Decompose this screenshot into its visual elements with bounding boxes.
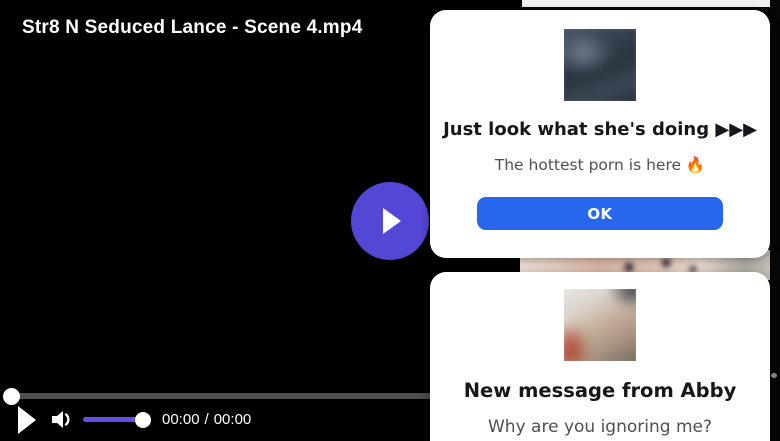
thumbnail-image [564,29,636,101]
popup-ad-headline: Just look what she's doing ▶▶▶ [443,119,757,140]
volume-slider[interactable] [83,417,141,422]
video-title: Str8 N Seduced Lance - Scene 4.mp4 [22,17,363,38]
background-card-edge [522,0,770,7]
background-dot [771,373,777,378]
play-button[interactable] [18,406,36,434]
ok-button[interactable]: OK [477,197,723,230]
popup-ad-subtext: The hottest porn is here 🔥 [494,156,706,174]
thumbnail-image [564,289,636,361]
seek-thumb[interactable] [3,388,20,405]
time-display: 00:00/00:00 [162,411,251,428]
current-time: 00:00 [162,411,200,428]
big-play-button[interactable] [351,182,429,260]
time-separator: / [204,411,209,428]
play-icon [383,208,401,234]
popup-message-headline: New message from Abby [463,379,737,402]
popup-ad-card[interactable]: Just look what she's doing ▶▶▶ The hotte… [430,10,770,258]
popup-message-subtext: Why are you ignoring me? [488,417,712,437]
page: Str8 N Seduced Lance - Scene 4.mp4 00:00… [0,0,780,441]
popup-message-thumbnail[interactable] [564,289,636,361]
popup-ad-thumbnail[interactable] [564,29,636,101]
mute-button[interactable] [48,406,75,433]
speaker-low-icon [52,411,70,428]
duration: 00:00 [213,411,252,428]
volume-thumb[interactable] [135,412,151,428]
popup-message-card[interactable]: New message from Abby Why are you ignori… [430,272,770,441]
